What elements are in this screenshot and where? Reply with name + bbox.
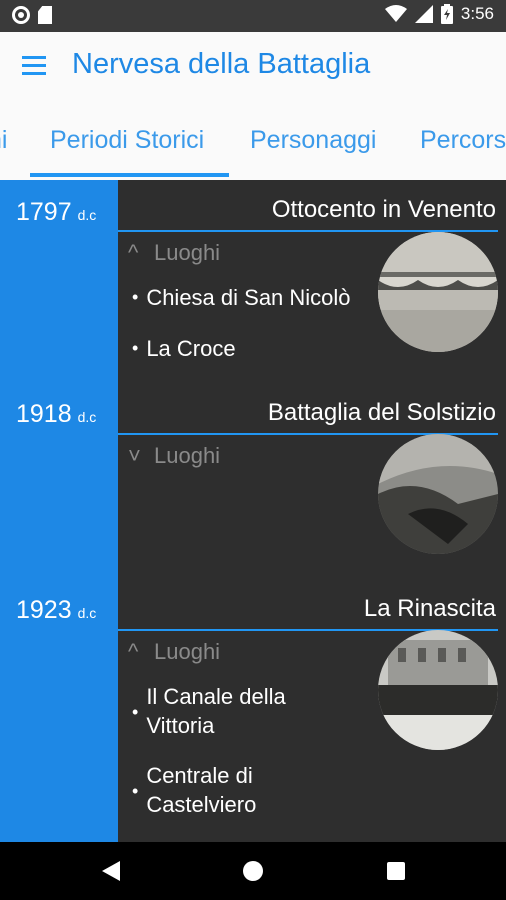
- luoghi-toggle[interactable]: ^ Luoghi: [128, 639, 220, 665]
- status-bar: 3:56: [0, 0, 506, 32]
- year-rail: [0, 180, 118, 842]
- luoghi-toggle[interactable]: ˅ Luoghi: [128, 443, 220, 469]
- timeline: 1797 d.c Ottocento in Venento ^ Luoghi • Ch…: [0, 180, 506, 842]
- notification-ring-icon: [12, 6, 30, 24]
- place-item[interactable]: • Il Canale della Vittoria: [132, 682, 352, 740]
- year-label: 1923 d.c: [16, 596, 97, 624]
- place-item[interactable]: • Chiesa di San Nicolò: [132, 283, 351, 312]
- chevron-up-icon: ^: [128, 240, 139, 265]
- chevron-up-icon: ^: [128, 639, 139, 664]
- wifi-icon: [384, 5, 407, 22]
- app-title: Nervesa della Battaglia: [72, 48, 371, 80]
- crowd-photo-icon[interactable]: [378, 630, 498, 750]
- hamburger-menu-icon[interactable]: [22, 56, 48, 76]
- period-title[interactable]: La Rinascita: [364, 595, 496, 623]
- place-item[interactable]: • Centrale di Castelviero: [132, 761, 352, 819]
- tab-percorsi[interactable]: Percors: [420, 126, 506, 155]
- battlefield-photo-icon[interactable]: [378, 434, 498, 554]
- app-bar: Nervesa della Battaglia: [0, 32, 506, 104]
- home-icon[interactable]: [243, 861, 263, 881]
- recents-icon[interactable]: [387, 862, 405, 880]
- tab-periodi-storici[interactable]: Periodi Storici: [50, 126, 204, 155]
- status-time: 3:56: [460, 4, 494, 23]
- place-item[interactable]: • La Croce: [132, 334, 236, 363]
- period-title[interactable]: Battaglia del Solstizio: [268, 399, 496, 427]
- tab-personaggi[interactable]: Personaggi: [250, 126, 376, 155]
- year-label: 1918 d.c: [16, 400, 97, 428]
- period-title[interactable]: Ottocento in Venento: [272, 196, 496, 224]
- chevron-down-icon: ˅: [128, 443, 141, 468]
- tab-bar: ni Periodi Storici Personaggi Percors: [0, 104, 506, 180]
- back-icon[interactable]: [102, 861, 120, 881]
- tab-indicator: [30, 173, 229, 177]
- bridge-photo-icon[interactable]: [378, 232, 498, 352]
- tab-partial-left[interactable]: ni: [0, 126, 7, 155]
- luoghi-toggle[interactable]: ^ Luoghi: [128, 240, 220, 266]
- sd-card-icon: [38, 6, 52, 24]
- year-label: 1797 d.c: [16, 198, 97, 226]
- cell-signal-icon: [414, 5, 433, 23]
- navigation-bar: [0, 842, 506, 900]
- battery-icon: [440, 4, 453, 24]
